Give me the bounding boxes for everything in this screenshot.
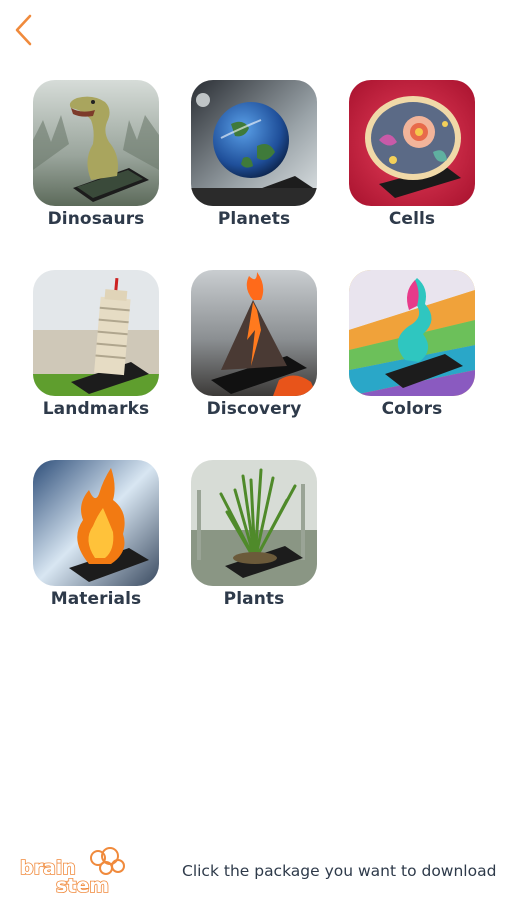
plants-thumbnail (191, 460, 317, 586)
back-button[interactable] (10, 12, 40, 48)
svg-text:stem: stem (56, 875, 109, 894)
package-label: Materials (50, 589, 142, 609)
package-label: Colors (381, 399, 443, 419)
planets-thumbnail (191, 80, 317, 206)
package-tile-landmarks[interactable]: Landmarks (33, 270, 159, 419)
brainstem-logo: brain stem (18, 846, 126, 894)
landmarks-thumbnail (33, 270, 159, 396)
package-tile-colors[interactable]: Colors (349, 270, 475, 419)
package-tile-planets[interactable]: Planets (191, 80, 317, 229)
package-tile-plants[interactable]: Plants (191, 460, 317, 609)
package-tile-dinosaurs[interactable]: Dinosaurs (33, 80, 159, 229)
package-tile-cells[interactable]: Cells (349, 80, 475, 229)
colors-thumbnail (349, 270, 475, 396)
package-label: Discovery (206, 399, 302, 419)
package-tile-discovery[interactable]: Discovery (191, 270, 317, 419)
package-label: Plants (223, 589, 285, 609)
materials-thumbnail (33, 460, 159, 586)
download-instruction: Click the package you want to download (182, 862, 497, 880)
package-label: Dinosaurs (47, 209, 145, 229)
package-label: Landmarks (42, 399, 150, 419)
dinosaurs-thumbnail (33, 80, 159, 206)
package-label: Planets (217, 209, 291, 229)
chevron-left-icon (15, 14, 32, 46)
discovery-thumbnail (191, 270, 317, 396)
package-tile-materials[interactable]: Materials (33, 460, 159, 609)
package-label: Cells (388, 209, 436, 229)
cells-thumbnail (349, 80, 475, 206)
